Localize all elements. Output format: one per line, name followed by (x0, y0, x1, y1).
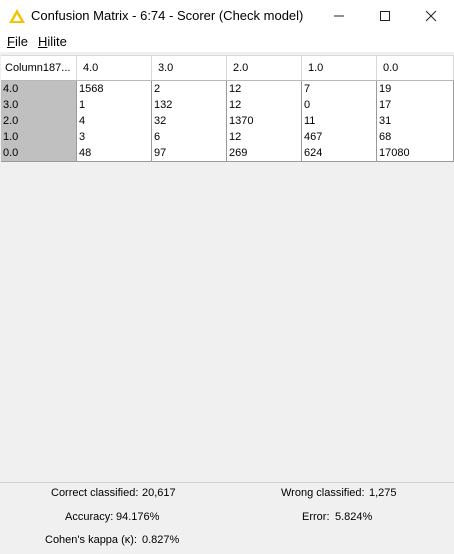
minimize-button[interactable] (316, 0, 362, 32)
table-header-row: Column187... 4.0 3.0 2.0 1.0 0.0 (1, 55, 454, 81)
accuracy-value: 94.176% (116, 511, 160, 523)
table-cell: 7 (302, 81, 377, 97)
menu-file-mnemonic: F (7, 34, 15, 49)
wrong-classified-value: 1,275 (369, 487, 397, 499)
correct-classified-value: 20,617 (142, 487, 176, 499)
accuracy-label: Accuracy: (65, 511, 114, 523)
table-cell: 32 (152, 113, 227, 129)
table-cell: 269 (227, 145, 302, 161)
table-row[interactable]: 4.0 1568 2 12 7 19 (1, 81, 454, 98)
table-cell: 68 (377, 129, 454, 145)
menu-hilite[interactable]: Hilite (38, 34, 67, 49)
maximize-button[interactable] (362, 0, 408, 32)
table-cell: 467 (302, 129, 377, 145)
error-value: 5.824% (335, 511, 373, 523)
window-title: Confusion Matrix - 6:74 - Scorer (Check … (31, 8, 304, 23)
table-cell: 132 (152, 97, 227, 113)
table-cell: 48 (77, 145, 152, 161)
menu-file[interactable]: File (7, 34, 28, 49)
table-cell: 2 (152, 81, 227, 97)
table-cell: 12 (227, 81, 302, 97)
confusion-matrix-table: Column187... 4.0 3.0 2.0 1.0 0.0 4.0 156… (0, 52, 454, 482)
warning-triangle-icon (9, 9, 25, 23)
kappa-label: Cohen's kappa (κ): (45, 534, 137, 546)
table-row[interactable]: 2.0 4 32 1370 11 31 (1, 113, 454, 130)
table-cell: 1568 (77, 81, 152, 97)
column-header[interactable]: 3.0 (152, 56, 227, 80)
table-cell: 17080 (377, 145, 454, 161)
menu-hilite-mnemonic: H (38, 34, 48, 49)
column-header[interactable]: 4.0 (77, 56, 152, 80)
menu-bar: File Hilite (0, 32, 454, 52)
table-cell: 19 (377, 81, 454, 97)
column-header[interactable]: 0.0 (377, 56, 454, 80)
row-header: 3.0 (1, 97, 77, 113)
menu-hilite-label: ilite (47, 34, 67, 49)
close-button[interactable] (408, 0, 454, 32)
title-bar: Confusion Matrix - 6:74 - Scorer (Check … (0, 0, 454, 32)
table-cell: 31 (377, 113, 454, 129)
maximize-icon (380, 11, 390, 21)
table-cell: 6 (152, 129, 227, 145)
minimize-icon (334, 15, 344, 17)
table-row[interactable]: 0.0 48 97 269 624 17080 (1, 145, 454, 162)
table-cell: 624 (302, 145, 377, 161)
table-cell: 3 (77, 129, 152, 145)
table-cell: 11 (302, 113, 377, 129)
table-row[interactable]: 3.0 1 132 12 0 17 (1, 97, 454, 114)
row-header: 2.0 (1, 113, 77, 129)
column-header[interactable]: 2.0 (227, 56, 302, 80)
close-icon (425, 10, 437, 22)
table-cell: 17 (377, 97, 454, 113)
correct-classified-label: Correct classified: (51, 487, 139, 499)
table-cell: 4 (77, 113, 152, 129)
table-cell: 1 (77, 97, 152, 113)
statistics-panel: Correct classified: 20,617 Wrong classif… (0, 482, 454, 554)
table-row[interactable]: 1.0 3 6 12 467 68 (1, 129, 454, 146)
error-label: Error: (302, 511, 330, 523)
corner-header[interactable]: Column187... (1, 56, 77, 80)
table-cell: 0 (302, 97, 377, 113)
row-header: 1.0 (1, 129, 77, 145)
table-cell: 12 (227, 129, 302, 145)
wrong-classified-label: Wrong classified: (281, 487, 365, 499)
table-cell: 12 (227, 97, 302, 113)
row-header: 4.0 (1, 81, 77, 97)
table-cell: 97 (152, 145, 227, 161)
menu-file-label: ile (14, 34, 28, 49)
column-header[interactable]: 1.0 (302, 56, 377, 80)
table-cell: 1370 (227, 113, 302, 129)
row-header: 0.0 (1, 145, 77, 161)
kappa-value: 0.827% (142, 534, 180, 546)
